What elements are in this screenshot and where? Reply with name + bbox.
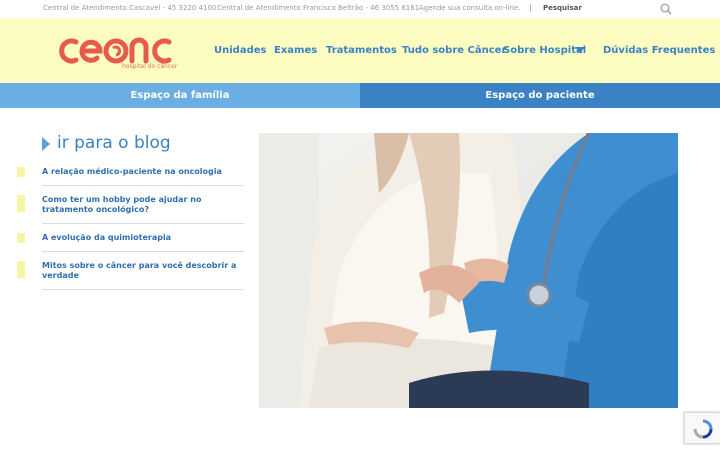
- blog-post-title[interactable]: A evolução da quimioterapia: [42, 233, 244, 243]
- contact-cascavel[interactable]: Central de Atendimento Cascavel - 45 322…: [43, 4, 216, 12]
- search-label[interactable]: Pesquisar: [543, 4, 582, 12]
- caret-down-icon[interactable]: [575, 47, 585, 53]
- blog-post-title[interactable]: Mitos sobre o câncer para você descobrir…: [42, 261, 244, 281]
- space-tabs: Espaço da família Espaço do paciente: [0, 83, 720, 108]
- blog-post[interactable]: Como ter um hobby pode ajudar no tratame…: [42, 195, 244, 224]
- blog-post[interactable]: A relação médico-paciente na oncologia: [42, 167, 244, 186]
- tab-espaco-familia[interactable]: Espaço da família: [0, 83, 360, 108]
- nav-tudo-sobre-cancer[interactable]: Tudo sobre Câncer: [402, 45, 506, 56]
- top-contact-bar: Central de Atendimento Cascavel - 45 322…: [0, 0, 720, 18]
- post-marker: [17, 195, 25, 212]
- tab-espaco-paciente[interactable]: Espaço do paciente: [360, 83, 720, 108]
- contact-beltrao[interactable]: Central de Atendimento Francisco Beltrão…: [217, 4, 419, 12]
- logo-tagline: hospital do câncer: [122, 63, 178, 70]
- nav-tratamentos[interactable]: Tratamentos: [326, 45, 397, 56]
- blog-post-title[interactable]: A relação médico-paciente na oncologia: [42, 167, 244, 177]
- recaptcha-icon: [693, 419, 713, 439]
- blog-post[interactable]: Mitos sobre o câncer para você descobrir…: [42, 261, 244, 290]
- arrow-right-icon: [42, 137, 50, 151]
- post-marker: [17, 233, 25, 243]
- recaptcha-badge[interactable]: [684, 412, 720, 444]
- doctor-patient-photo: [259, 133, 678, 408]
- nav-duvidas-frequentes[interactable]: Dúvidas Frequentes: [603, 45, 715, 56]
- blog-post[interactable]: A evolução da quimioterapia: [42, 233, 244, 252]
- blog-title[interactable]: ir para o blog: [57, 133, 171, 153]
- topbar-separator: |: [529, 3, 532, 12]
- post-marker: [17, 261, 25, 278]
- nav-unidades[interactable]: Unidades: [214, 45, 266, 56]
- nav-sobre-hospital[interactable]: Sobre Hospital: [503, 45, 586, 56]
- post-marker: [17, 167, 25, 177]
- appointment-link[interactable]: Agende sua consulta on-line.: [419, 4, 521, 12]
- search-icon[interactable]: [660, 3, 672, 15]
- nav-exames[interactable]: Exames: [274, 45, 317, 56]
- site-header: hospital do câncer Unidades Exames Trata…: [0, 18, 720, 83]
- blog-post-title[interactable]: Como ter um hobby pode ajudar no tratame…: [42, 195, 244, 215]
